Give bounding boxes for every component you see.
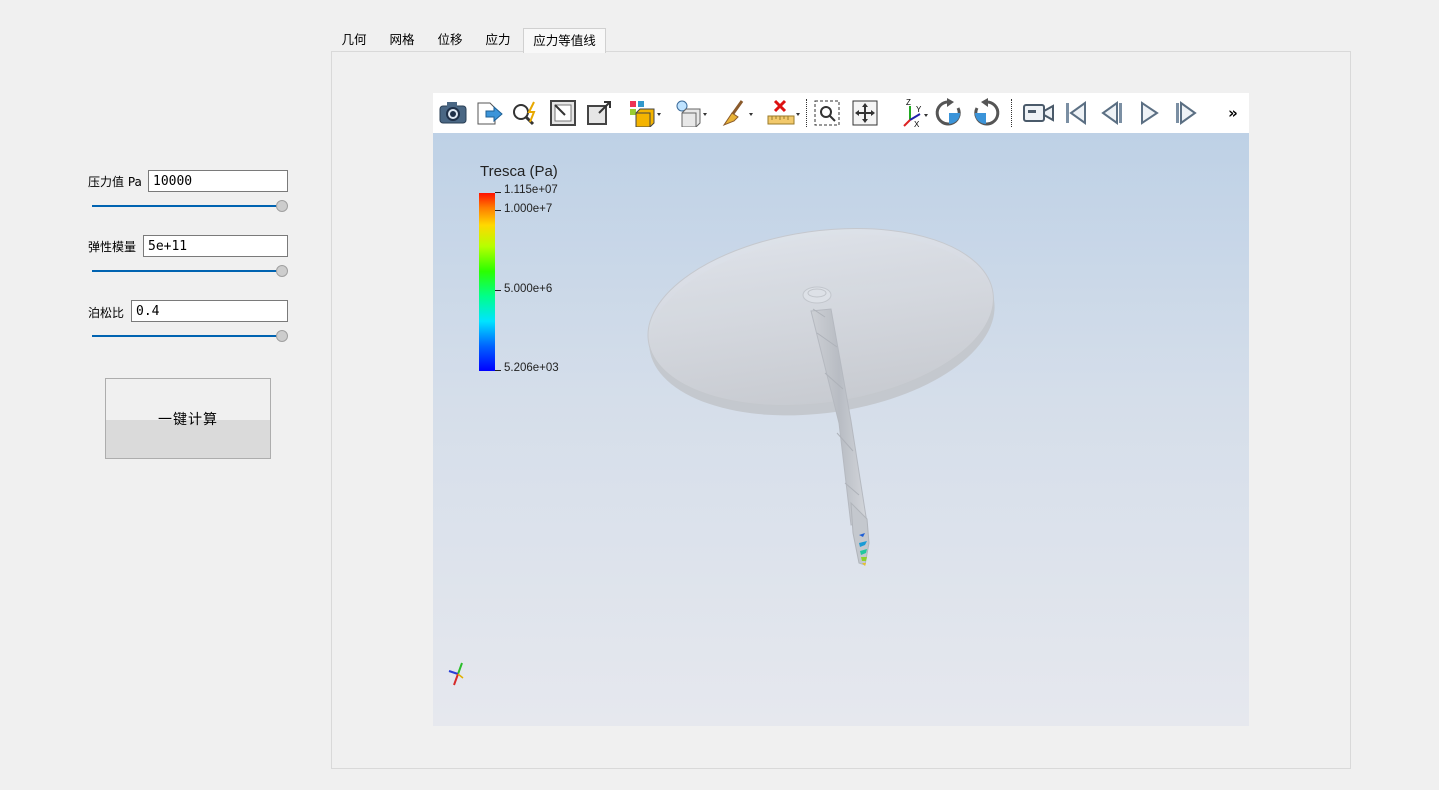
rotate-cw-icon[interactable] <box>933 97 965 129</box>
toolbar-separator <box>1011 99 1014 127</box>
clear-icon[interactable] <box>719 97 755 129</box>
tab-geometry[interactable]: 几何 <box>334 28 374 52</box>
tab-mesh[interactable]: 网格 <box>382 28 422 52</box>
pan-icon[interactable] <box>849 97 881 129</box>
svg-text:X: X <box>914 120 920 128</box>
pressure-slider[interactable] <box>92 200 288 212</box>
previous-frame-icon[interactable] <box>1096 97 1128 129</box>
mesh-model <box>448 227 995 686</box>
elastic-modulus-label: 弹性模量 <box>88 240 137 254</box>
poisson-ratio-slider[interactable] <box>92 330 288 342</box>
elastic-modulus-slider[interactable] <box>92 265 288 277</box>
light-icon[interactable] <box>673 97 709 129</box>
tab-displacement[interactable]: 位移 <box>430 28 470 52</box>
poisson-ratio-slider-handle[interactable] <box>276 330 288 342</box>
svg-text:Y: Y <box>916 105 922 114</box>
export-icon[interactable] <box>473 97 505 129</box>
poisson-ratio-label: 泊松比 <box>88 306 125 320</box>
calculate-button[interactable]: 一键计算 <box>105 378 271 459</box>
elastic-modulus-slider-handle[interactable] <box>276 265 288 277</box>
elastic-modulus-slider-track <box>92 270 282 272</box>
poisson-ratio-input[interactable] <box>131 300 288 322</box>
camera-icon[interactable] <box>437 97 469 129</box>
paraview-viewer: ZYX » Tresca (Pa) 1.115e+07 1.000e+7 5.0… <box>433 93 1249 726</box>
find-data-icon[interactable] <box>509 97 541 129</box>
reset-camera-icon[interactable] <box>547 97 579 129</box>
play-icon[interactable] <box>1133 97 1165 129</box>
next-frame-icon[interactable] <box>1170 97 1202 129</box>
axes-orientation-icon[interactable]: ZYX <box>895 97 931 129</box>
first-frame-icon[interactable] <box>1060 97 1092 129</box>
viewer-toolbar: ZYX » <box>433 93 1249 133</box>
rotate-ccw-icon[interactable] <box>970 97 1002 129</box>
svg-text:Z: Z <box>906 98 911 107</box>
pressure-label: 压力值 Pa <box>88 175 142 189</box>
zoom-to-data-icon[interactable] <box>583 97 615 129</box>
pressure-slider-handle[interactable] <box>276 200 288 212</box>
orientation-axes-icon <box>448 662 464 686</box>
camera-record-icon[interactable] <box>1021 97 1057 129</box>
render-view[interactable]: Tresca (Pa) 1.115e+07 1.000e+7 5.000e+6 … <box>433 133 1249 726</box>
representation-icon[interactable] <box>627 97 663 129</box>
pressure-input[interactable] <box>148 170 288 192</box>
tip-mesh <box>850 501 870 566</box>
tab-stress-contour[interactable]: 应力等值线 <box>523 28 606 53</box>
toolbar-overflow-button[interactable]: » <box>1225 97 1241 129</box>
tab-stress[interactable]: 应力 <box>478 28 518 52</box>
pressure-slider-track <box>92 205 282 207</box>
zoom-box-icon[interactable] <box>811 97 843 129</box>
ruler-icon[interactable] <box>765 97 801 129</box>
elastic-modulus-input[interactable] <box>143 235 288 257</box>
toolbar-separator <box>806 99 809 127</box>
poisson-ratio-slider-track <box>92 335 282 337</box>
